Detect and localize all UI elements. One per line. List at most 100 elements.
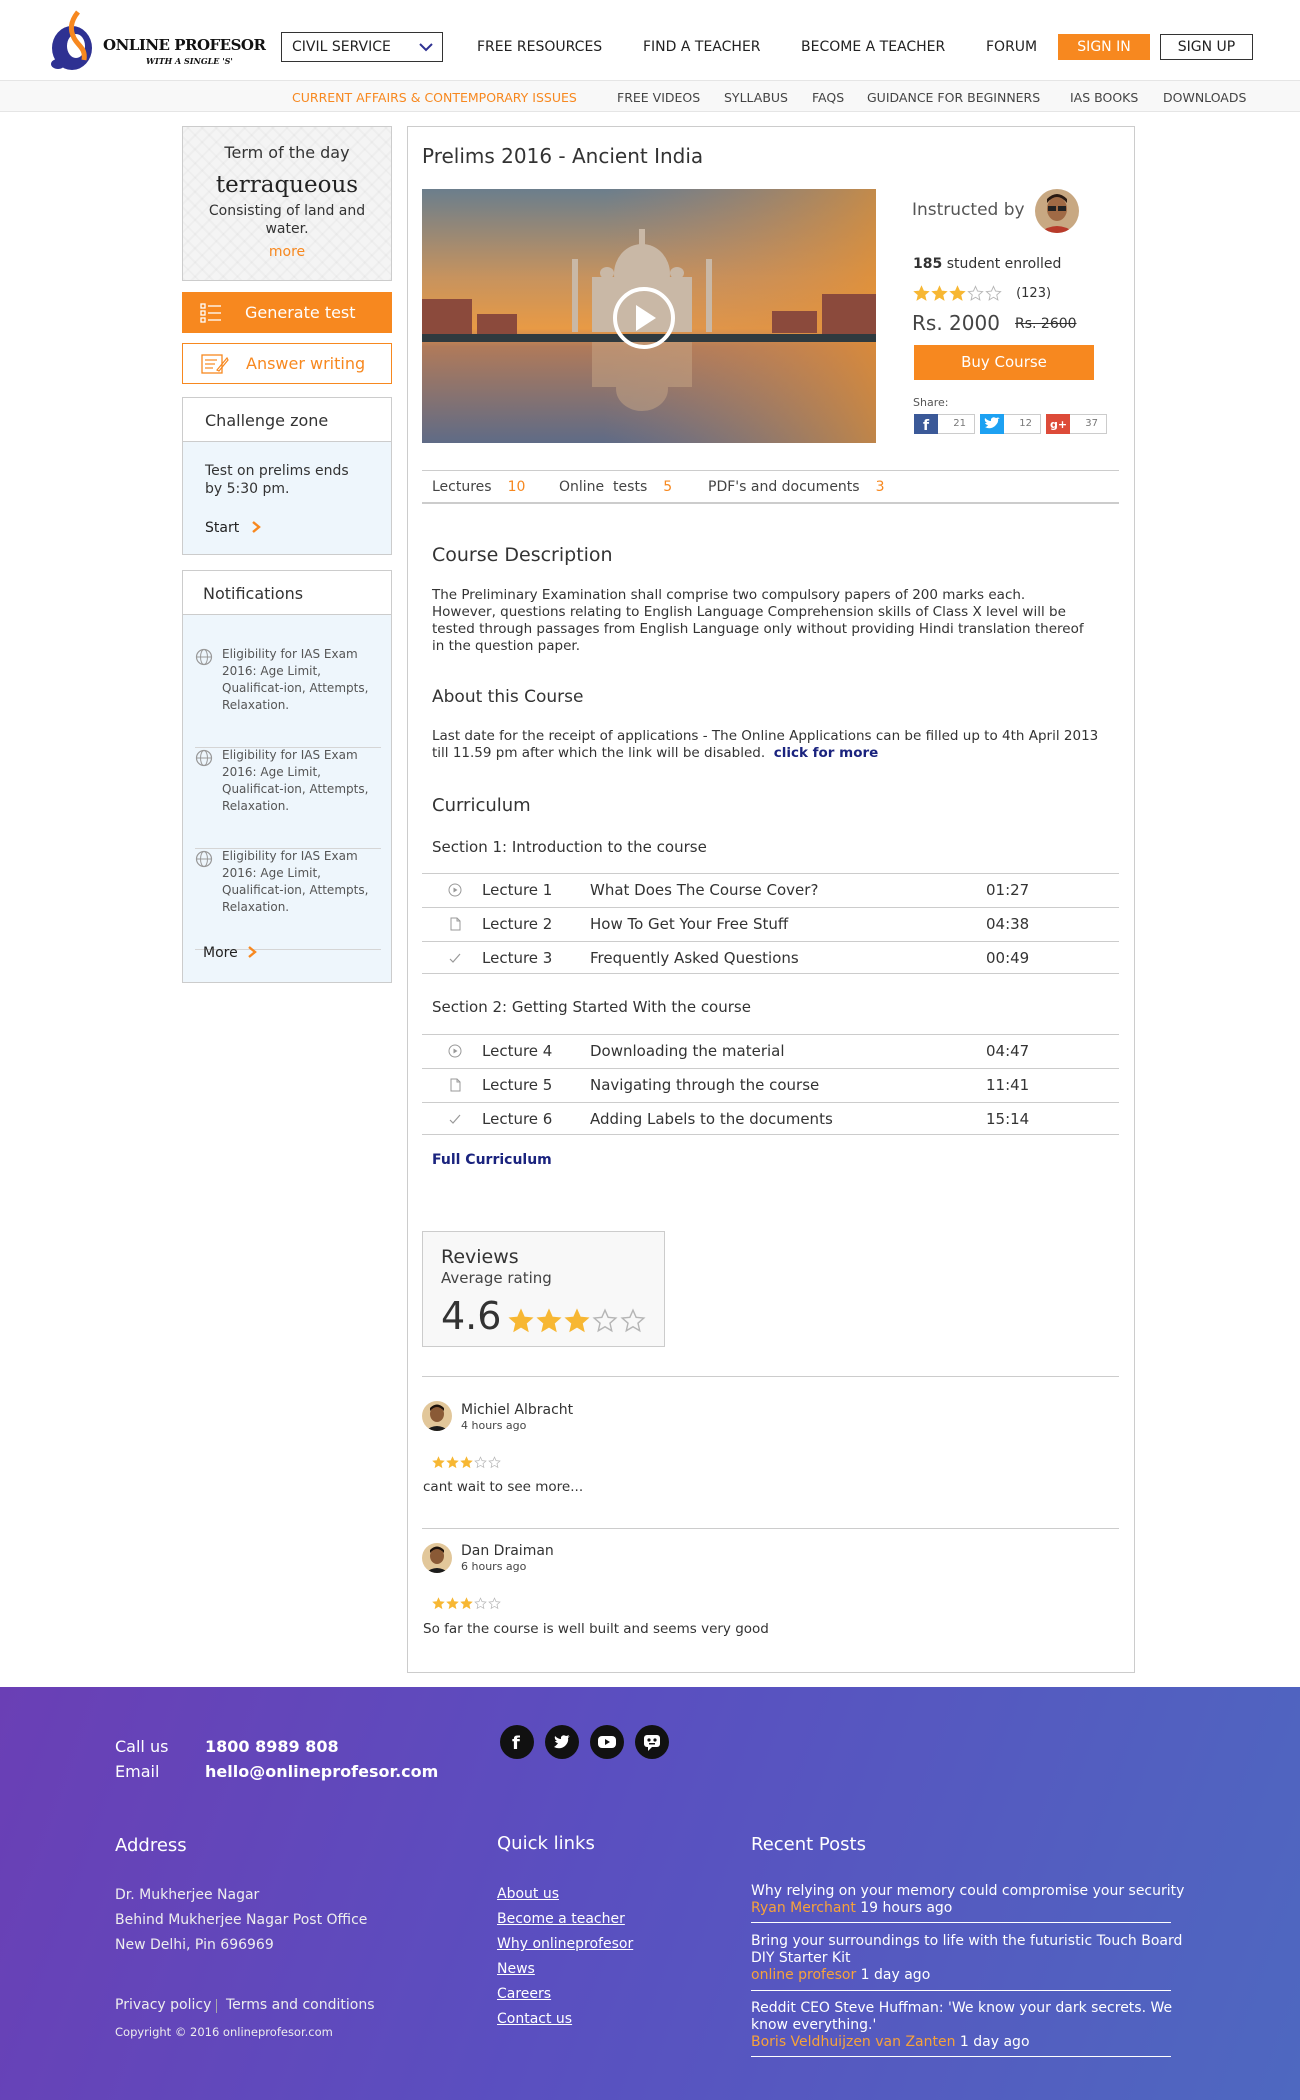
subnav-guidance[interactable]: GUIDANCE FOR BEGINNERS: [867, 90, 1040, 105]
instructor-avatar[interactable]: [1035, 189, 1079, 233]
lecture-duration: 04:38: [986, 915, 1030, 933]
click-for-more-link[interactable]: click for more: [774, 745, 879, 761]
share-twitter-button[interactable]: 12: [980, 414, 1041, 434]
lecture-title: What Does The Course Cover?: [590, 881, 819, 899]
site-logo[interactable]: ONLINE PROFESOR WITH A SINGLE 'S': [48, 8, 266, 78]
answer-writing-button[interactable]: Answer writing: [182, 343, 392, 384]
notification-item[interactable]: Eligibility for IAS Exam 2016: Age Limit…: [195, 848, 381, 950]
course-rating-stars: (123): [913, 283, 1051, 301]
twitter-icon: [980, 414, 1004, 434]
reviewer-photo: [422, 1401, 452, 1431]
star-empty-icon: [967, 285, 984, 301]
messenger-link[interactable]: [635, 1725, 669, 1759]
course-video-player[interactable]: [422, 189, 876, 443]
tab-lectures[interactable]: Lectures 10: [432, 479, 525, 495]
star-filled-icon: [949, 285, 966, 301]
nav-forum[interactable]: FORUM: [986, 39, 1037, 55]
term-more-link[interactable]: more: [183, 244, 391, 260]
footer-separator: [216, 1999, 217, 2013]
privacy-policy-link[interactable]: Privacy policy: [115, 1997, 211, 2013]
lecture-row[interactable]: Lecture 1 What Does The Course Cover? 01:2…: [422, 873, 1119, 906]
globe-icon: [195, 749, 213, 767]
footer-link-contact[interactable]: Contact us: [497, 2011, 572, 2027]
terms-link[interactable]: Terms and conditions: [226, 1997, 375, 2013]
tab-pdfs[interactable]: PDF's and documents 3: [708, 479, 885, 495]
exam-category-value: CIVIL SERVICE: [292, 39, 391, 55]
lecture-duration: 01:27: [986, 881, 1030, 899]
recent-post-title[interactable]: Why relying on your memory could comprom…: [751, 1883, 1191, 1900]
play-circle-icon: [448, 883, 462, 897]
exam-category-select[interactable]: CIVIL SERVICE: [281, 32, 443, 62]
star-filled-icon: [508, 1308, 534, 1333]
term-definition: Consisting of land and water.: [208, 203, 366, 237]
email-address[interactable]: hello@onlineprofesor.com: [205, 1762, 438, 1781]
notifications-more-link[interactable]: More: [203, 945, 258, 961]
sign-in-button[interactable]: SIGN IN: [1058, 34, 1150, 60]
footer-link-news[interactable]: News: [497, 1961, 535, 1977]
notepad-pencil-icon: [201, 354, 229, 374]
notification-item[interactable]: Eligibility for IAS Exam 2016: Age Limit…: [195, 646, 381, 748]
generate-test-button[interactable]: Generate test: [182, 292, 392, 333]
reviewer-photo: [422, 1543, 452, 1573]
subnav-syllabus[interactable]: SYLLABUS: [724, 90, 788, 105]
share-facebook-button[interactable]: f 21: [914, 414, 975, 434]
star-filled-icon: [460, 1597, 473, 1610]
youtube-link[interactable]: [590, 1725, 624, 1759]
subnav-faqs[interactable]: FAQS: [812, 90, 844, 105]
nav-free-resources[interactable]: FREE RESOURCES: [477, 39, 602, 55]
phone-number[interactable]: 1800 8989 808: [205, 1737, 339, 1756]
course-price-old: Rs. 2600: [1015, 316, 1077, 332]
recent-post-title[interactable]: Bring your surroundings to life with the…: [751, 1933, 1191, 1967]
lecture-row[interactable]: Lecture 5 Navigating through the course 11…: [422, 1068, 1119, 1101]
footer-link-why[interactable]: Why onlineprofesor: [497, 1936, 633, 1952]
course-description-heading: Course Description: [432, 544, 613, 566]
lecture-title: Frequently Asked Questions: [590, 949, 799, 967]
post-author[interactable]: Ryan Merchant: [751, 1900, 856, 1916]
footer-link-about[interactable]: About us: [497, 1886, 559, 1902]
tab-online-tests[interactable]: Online tests 5: [559, 479, 672, 495]
subnav-downloads[interactable]: DOWNLOADS: [1163, 90, 1246, 105]
lecture-title: Navigating through the course: [590, 1076, 820, 1094]
sign-up-button[interactable]: SIGN UP: [1160, 34, 1253, 60]
about-course-text: Last date for the receipt of application…: [432, 728, 1112, 762]
review-divider: [422, 1376, 1119, 1377]
nav-find-teacher[interactable]: FIND A TEACHER: [643, 39, 761, 55]
recent-post-meta: online profesor 1 day ago: [751, 1967, 930, 1983]
twitter-link[interactable]: [545, 1725, 579, 1759]
challenge-zone-title: Challenge zone: [183, 398, 391, 442]
lecture-title: Downloading the material: [590, 1042, 785, 1060]
chevron-right-icon: [251, 521, 261, 533]
challenge-start-link[interactable]: Start: [205, 520, 262, 536]
share-gplus-button[interactable]: g+ 37: [1046, 414, 1107, 434]
subnav-ias-books[interactable]: IAS BOOKS: [1070, 90, 1138, 105]
subnav-free-videos[interactable]: FREE VIDEOS: [617, 90, 700, 105]
chat-bot-icon: [644, 1735, 660, 1751]
lecture-row[interactable]: Lecture 3 Frequently Asked Questions 00:49: [422, 941, 1119, 974]
recent-post-title[interactable]: Reddit CEO Steve Huffman: 'We know your …: [751, 2000, 1191, 2034]
lecture-row[interactable]: Lecture 6 Adding Labels to the documents 1…: [422, 1102, 1119, 1135]
lecture-number: Lecture 2: [482, 915, 553, 933]
post-author[interactable]: Boris Veldhuijzen van Zanten: [751, 2034, 955, 2050]
reviewer-name: Dan Draiman: [461, 1543, 554, 1559]
footer-link-careers[interactable]: Careers: [497, 1986, 551, 2002]
notification-item[interactable]: Eligibility for IAS Exam 2016: Age Limit…: [195, 747, 381, 849]
rating-count: (123): [1016, 286, 1052, 301]
reviewer-avatar[interactable]: [422, 1401, 452, 1431]
lecture-row[interactable]: Lecture 4 Downloading the material 04:47: [422, 1034, 1119, 1067]
recent-post-meta: Boris Veldhuijzen van Zanten 1 day ago: [751, 2034, 1030, 2050]
buy-course-button[interactable]: Buy Course: [914, 345, 1094, 380]
subnav-current-affairs[interactable]: CURRENT AFFAIRS & CONTEMPORARY ISSUES: [292, 90, 577, 105]
lecture-title: Adding Labels to the documents: [590, 1110, 833, 1128]
lecture-duration: 04:47: [986, 1042, 1030, 1060]
checkmark-icon: [449, 953, 461, 963]
notifications-title: Notifications: [183, 571, 391, 615]
facebook-link[interactable]: f: [500, 1725, 534, 1759]
footer-link-become-teacher[interactable]: Become a teacher: [497, 1911, 625, 1927]
nav-become-teacher[interactable]: BECOME A TEACHER: [801, 39, 945, 55]
post-author[interactable]: online profesor: [751, 1967, 856, 1983]
facebook-icon: f: [512, 1733, 520, 1752]
lecture-row[interactable]: Lecture 2 How To Get Your Free Stuff 04:38: [422, 907, 1119, 940]
full-curriculum-link[interactable]: Full Curriculum: [432, 1152, 552, 1168]
reviews-title: Reviews: [441, 1246, 519, 1268]
reviewer-avatar[interactable]: [422, 1543, 452, 1573]
